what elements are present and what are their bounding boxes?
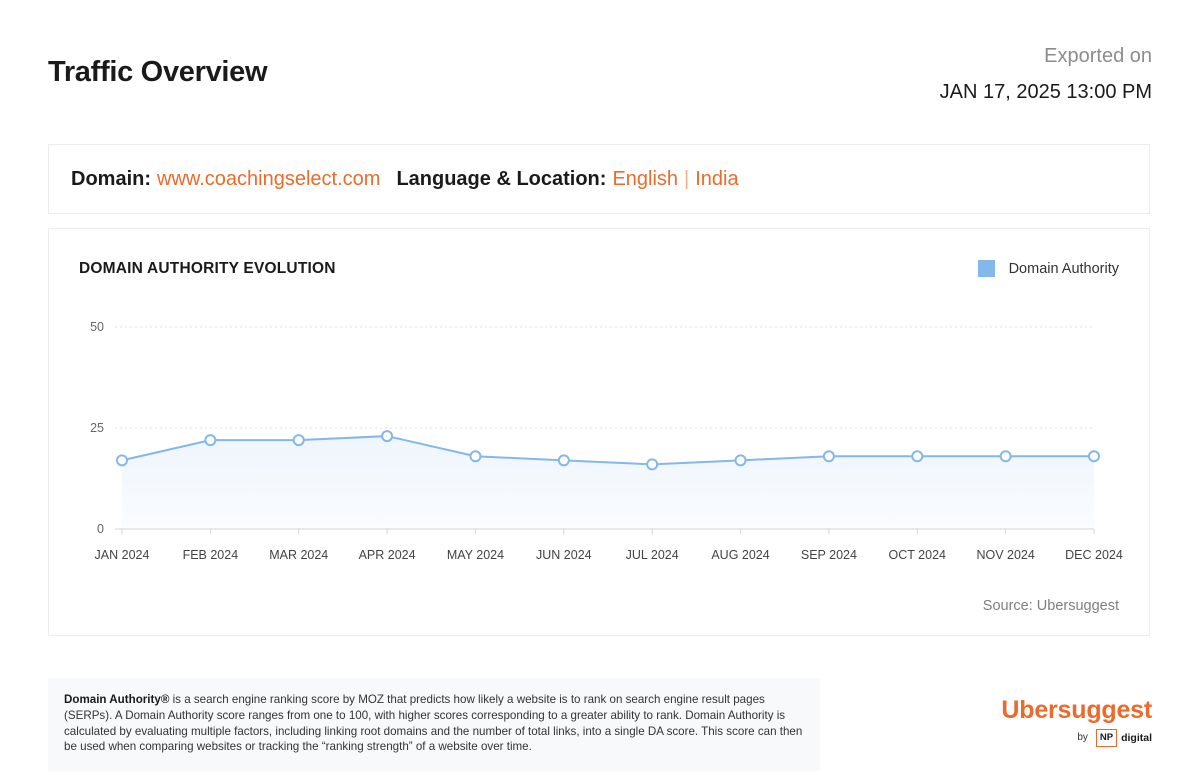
brand-by: by xyxy=(1077,732,1088,744)
x-tick-label: SEP 2024 xyxy=(801,548,857,562)
export-date: JAN 17, 2025 13:00 PM xyxy=(939,81,1152,103)
data-point xyxy=(469,450,482,463)
data-point xyxy=(646,458,659,471)
chart-title: DOMAIN AUTHORITY EVOLUTION xyxy=(79,260,336,277)
x-tick-label: JUN 2024 xyxy=(536,548,592,562)
brand-sub: by NP digital xyxy=(1001,729,1152,747)
x-tick-label: APR 2024 xyxy=(359,548,416,562)
chart-source: Source: Ubersuggest xyxy=(982,598,1119,614)
brand-digital: digital xyxy=(1121,731,1152,744)
page-title: Traffic Overview xyxy=(48,56,268,88)
x-tick-label: DEC 2024 xyxy=(1065,548,1123,562)
domain-link[interactable]: www.coachingselect.com xyxy=(157,168,380,191)
data-point xyxy=(734,454,747,467)
x-tick-label: JUL 2024 xyxy=(626,548,679,562)
x-tick-label: MAY 2024 xyxy=(447,548,504,562)
language-location-separator: | xyxy=(684,167,690,190)
x-tick-label: MAR 2024 xyxy=(269,548,328,562)
series-area xyxy=(122,436,1094,529)
domain-authority-footnote: Domain Authority® is a search engine ran… xyxy=(48,678,820,771)
chart-legend: Domain Authority xyxy=(977,260,1119,277)
x-tick-label: JAN 2024 xyxy=(95,548,150,562)
export-label: Exported on xyxy=(1044,45,1152,67)
data-point xyxy=(381,430,394,443)
x-tick-label: NOV 2024 xyxy=(976,548,1034,562)
footnote-term: Domain Authority® xyxy=(64,693,170,706)
domain-authority-chart: 0 25 50 JAN 2024 FEB 2024 MAR 2024 APR 2024 MAY… xyxy=(90,320,1123,562)
x-tick-label: OCT 2024 xyxy=(889,548,946,562)
domain-info-bar: Domain: www.coachingselect.com Language … xyxy=(48,144,1150,214)
data-point xyxy=(822,450,835,463)
language-value: English xyxy=(612,167,679,190)
location-value: India xyxy=(695,167,739,190)
chart-panel: 0 25 50 JAN 2024 FEB 2024 MAR 2024 APR 2024 MAY… xyxy=(48,228,1150,636)
x-tick-label: AUG 2024 xyxy=(711,548,769,562)
data-point xyxy=(999,450,1012,463)
data-point xyxy=(292,434,305,447)
domain-label: Domain: xyxy=(71,167,151,190)
brand-name: Ubersuggest xyxy=(1001,696,1152,724)
legend-label: Domain Authority xyxy=(1008,260,1119,277)
data-point xyxy=(557,454,570,467)
legend-swatch xyxy=(977,260,995,277)
data-point xyxy=(911,450,924,463)
y-tick-label: 25 xyxy=(90,421,104,435)
y-tick-label: 0 xyxy=(97,522,104,536)
data-point xyxy=(116,454,128,467)
data-point xyxy=(204,434,217,447)
np-logo-icon: NP xyxy=(1095,729,1118,747)
x-tick-label: FEB 2024 xyxy=(183,548,239,562)
brand-logo: Ubersuggest by NP digital xyxy=(1001,696,1152,747)
footnote-text: is a search engine ranking score by MOZ … xyxy=(64,693,803,754)
language-location-label: Language & Location: xyxy=(396,167,607,190)
y-tick-label: 50 xyxy=(90,320,104,334)
data-point xyxy=(1088,450,1100,463)
